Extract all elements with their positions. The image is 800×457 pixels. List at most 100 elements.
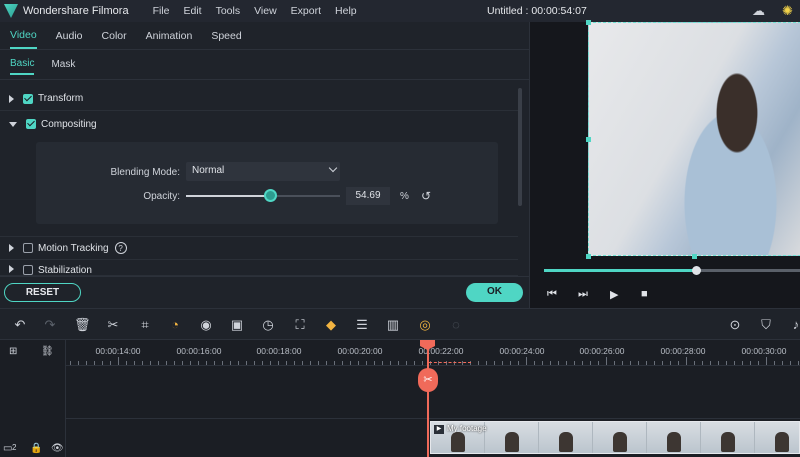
- link-icon[interactable]: ⛓: [41, 346, 54, 357]
- lock-icon[interactable]: 🔒: [30, 443, 42, 454]
- ruler-tick: [238, 361, 239, 365]
- ruler-tick: [686, 357, 687, 365]
- tab-color[interactable]: Color: [102, 24, 127, 48]
- keyframe-icon[interactable]: ◆: [323, 317, 339, 333]
- tab-audio[interactable]: Audio: [56, 24, 83, 48]
- green-screen-icon[interactable]: ▣: [229, 317, 245, 333]
- delete-icon[interactable]: 🗑: [74, 317, 91, 333]
- menu-tools[interactable]: Tools: [216, 5, 241, 17]
- motion-tracking-checkbox[interactable]: [23, 243, 33, 253]
- adjust-icon[interactable]: ☰: [354, 317, 370, 333]
- render-icon[interactable]: ⊙: [727, 317, 743, 333]
- subtab-basic[interactable]: Basic: [10, 54, 35, 75]
- tick-label: 00:00:18:00: [256, 346, 302, 356]
- playback-scrubber[interactable]: [691, 266, 701, 275]
- menu-file[interactable]: File: [153, 5, 170, 17]
- chevron-down-icon: [328, 163, 338, 173]
- edit-toolbar: ↶ ↷ 🗑 ✂ ⌗ ◔ ◉ ▣ ◷ ⛶ ◆ ☰ ▥ ◎ ◌ ⊙ ⛉ ♪: [0, 308, 800, 340]
- expand-arrow-icon[interactable]: [9, 244, 14, 252]
- video-clip[interactable]: ▶ My footage: [430, 421, 800, 454]
- video-preview[interactable]: [588, 22, 800, 256]
- clip-play-icon: ▶: [434, 425, 444, 434]
- help-icon[interactable]: ?: [114, 242, 127, 254]
- timer-icon[interactable]: ◷: [260, 317, 276, 333]
- ruler-tick: [126, 361, 127, 365]
- resize-handle[interactable]: [586, 137, 591, 142]
- playback-progress[interactable]: [544, 266, 800, 275]
- cloud-icon[interactable]: ☁: [752, 3, 765, 19]
- redo-icon[interactable]: ↷: [42, 317, 58, 333]
- expand-arrow-icon[interactable]: [9, 265, 14, 273]
- transform-checkbox[interactable]: [23, 93, 33, 104]
- crop-icon[interactable]: ⌗: [137, 317, 153, 333]
- stop-icon[interactable]: ■: [641, 288, 648, 300]
- ruler-tick: [166, 361, 167, 365]
- section-compositing[interactable]: Compositing: [0, 112, 518, 136]
- expand-arrow-icon[interactable]: [9, 94, 14, 103]
- ruler-tick: [774, 361, 775, 365]
- add-track-icon[interactable]: ⊞: [9, 346, 17, 357]
- menu-export[interactable]: Export: [291, 5, 321, 17]
- fit-icon[interactable]: ⛶: [292, 317, 308, 333]
- step-forward-icon[interactable]: ⏭: [578, 288, 588, 301]
- tab-speed[interactable]: Speed: [211, 24, 241, 48]
- ruler-tick: [798, 361, 799, 365]
- ruler-tick: [190, 361, 191, 365]
- eye-icon[interactable]: 👁: [51, 443, 64, 454]
- compositing-checkbox[interactable]: [26, 119, 36, 129]
- ruler-tick: [542, 361, 543, 365]
- section-transform[interactable]: Transform: [0, 87, 518, 111]
- ruler-tick: [414, 361, 415, 365]
- section-stabilization[interactable]: Stabilization: [0, 261, 518, 276]
- collapse-arrow-icon[interactable]: [9, 121, 17, 127]
- subtab-mask[interactable]: Mask: [51, 55, 75, 74]
- resize-handle[interactable]: [692, 254, 697, 259]
- opacity-value-input[interactable]: 54.69: [346, 187, 390, 205]
- compositing-settings: [36, 142, 498, 224]
- color-icon[interactable]: ◉: [198, 317, 214, 333]
- section-label: Transform: [38, 93, 84, 104]
- reset-icon[interactable]: ↺: [421, 189, 431, 203]
- property-tabs: Video Audio Color Animation Speed: [0, 22, 529, 50]
- marker-icon[interactable]: ⛉: [758, 317, 774, 333]
- speed-icon[interactable]: ◔: [167, 317, 183, 332]
- ruler-tick: [182, 361, 183, 365]
- audio-wave-icon[interactable]: ▥: [385, 317, 401, 333]
- ai-icon[interactable]: ◎: [417, 317, 433, 333]
- ruler-tick: [102, 361, 103, 365]
- tab-video[interactable]: Video: [10, 23, 37, 49]
- opacity-slider[interactable]: [186, 189, 340, 202]
- blending-mode-select[interactable]: Normal: [186, 162, 340, 181]
- undo-icon[interactable]: ↶: [12, 317, 28, 333]
- reset-button[interactable]: RESET: [4, 283, 81, 302]
- ruler-tick: [518, 361, 519, 365]
- ruler-tick: [486, 361, 487, 365]
- section-motion-tracking[interactable]: Motion Tracking ?: [0, 236, 518, 260]
- app-name: Wondershare Filmora: [23, 5, 129, 17]
- clip-thumbnail: [539, 422, 593, 453]
- clip-thumbnail: [701, 422, 755, 453]
- ruler-tick: [662, 361, 663, 365]
- ok-button[interactable]: OK: [466, 283, 523, 302]
- menu-help[interactable]: Help: [335, 5, 357, 17]
- microphone-icon[interactable]: ♪: [788, 317, 800, 332]
- tick-label: 00:00:20:00: [337, 346, 383, 356]
- resize-handle[interactable]: [586, 20, 591, 25]
- text-to-speech-icon[interactable]: ◌: [448, 317, 464, 332]
- previous-frame-icon[interactable]: ⏮: [547, 288, 557, 301]
- tab-animation[interactable]: Animation: [146, 24, 193, 48]
- cut-icon[interactable]: ✂: [105, 317, 121, 333]
- ruler-tick: [718, 361, 719, 365]
- split-scissors-icon[interactable]: ✂: [418, 368, 438, 392]
- playhead[interactable]: [427, 340, 429, 457]
- selection-marker: [429, 362, 471, 363]
- menu-edit[interactable]: Edit: [183, 5, 201, 17]
- resize-handle[interactable]: [586, 254, 591, 259]
- lightbulb-icon[interactable]: ✺: [782, 3, 793, 19]
- menu-view[interactable]: View: [254, 5, 277, 17]
- ruler-tick: [502, 361, 503, 365]
- stabilization-checkbox[interactable]: [23, 265, 33, 275]
- play-icon[interactable]: ▶: [610, 288, 618, 301]
- ruler-tick: [286, 361, 287, 365]
- panel-scrollbar[interactable]: [518, 88, 522, 206]
